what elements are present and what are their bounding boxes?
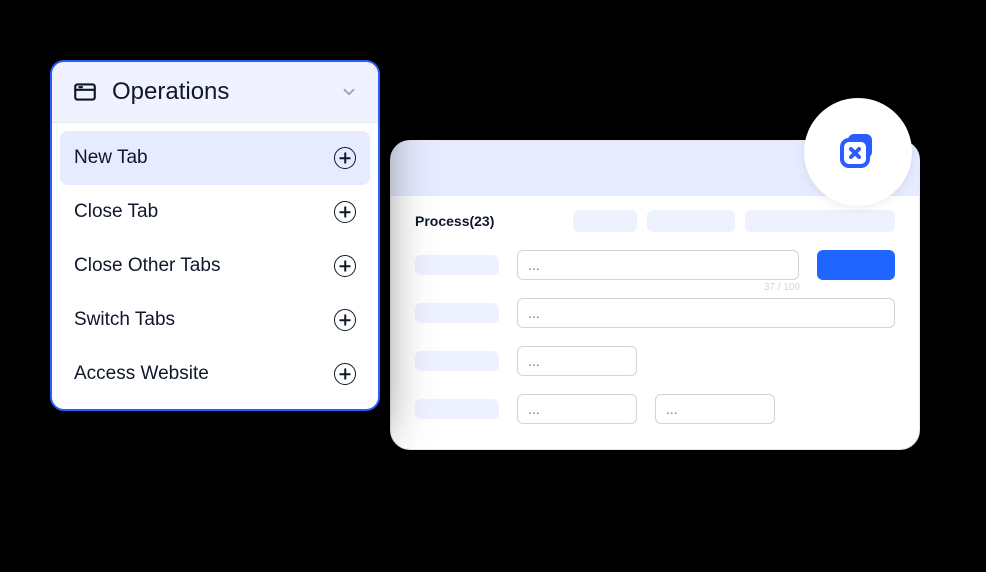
form-row: ... ...	[415, 394, 895, 424]
plus-icon	[334, 255, 356, 277]
text-input[interactable]: ... 37 / 100	[517, 250, 799, 280]
menu-item-switch-tabs[interactable]: Switch Tabs	[60, 293, 370, 347]
close-tabs-icon	[834, 126, 882, 179]
plus-icon	[334, 147, 356, 169]
dropdown-header[interactable]: Operations	[52, 62, 378, 123]
text-input[interactable]: ...	[517, 394, 637, 424]
menu-item-access-website[interactable]: Access Website	[60, 347, 370, 401]
browser-window-icon	[72, 79, 98, 105]
field-label-placeholder	[415, 351, 499, 371]
dropdown-list: New Tab Close Tab Close Other Tabs Switc…	[52, 123, 378, 409]
input-placeholder: ...	[528, 353, 540, 369]
menu-item-label: Close Other Tabs	[74, 255, 220, 277]
form-row: ... 37 / 100	[415, 250, 895, 280]
panel-tabs: Process(23)	[415, 210, 895, 232]
plus-icon	[334, 309, 356, 331]
tab-placeholder[interactable]	[745, 210, 895, 232]
menu-item-close-other-tabs[interactable]: Close Other Tabs	[60, 239, 370, 293]
input-placeholder: ...	[528, 257, 540, 273]
panel-body: Process(23) ... 37 / 100 ... ...	[391, 196, 919, 450]
menu-item-new-tab[interactable]: New Tab	[60, 131, 370, 185]
menu-item-label: Close Tab	[74, 201, 158, 223]
operations-dropdown: Operations New Tab Close Tab Close Other…	[50, 60, 380, 411]
plus-icon	[334, 363, 356, 385]
close-tabs-fab[interactable]	[804, 98, 912, 206]
tab-placeholder[interactable]	[573, 210, 637, 232]
field-label-placeholder	[415, 303, 499, 323]
char-counter: 37 / 100	[764, 282, 800, 293]
primary-button[interactable]	[817, 250, 895, 280]
tab-placeholder[interactable]	[647, 210, 735, 232]
input-placeholder: ...	[666, 401, 678, 417]
menu-item-label: New Tab	[74, 147, 148, 169]
form-row: ...	[415, 298, 895, 328]
form-row: ...	[415, 346, 895, 376]
plus-icon	[334, 201, 356, 223]
menu-item-label: Switch Tabs	[74, 309, 175, 331]
text-input[interactable]: ...	[517, 298, 895, 328]
menu-item-label: Access Website	[74, 363, 209, 385]
field-label-placeholder	[415, 255, 499, 275]
text-input[interactable]: ...	[655, 394, 775, 424]
menu-item-close-tab[interactable]: Close Tab	[60, 185, 370, 239]
input-placeholder: ...	[528, 305, 540, 321]
process-tab-label[interactable]: Process(23)	[415, 213, 494, 229]
text-input[interactable]: ...	[517, 346, 637, 376]
field-label-placeholder	[415, 399, 499, 419]
chevron-down-icon	[340, 83, 358, 101]
dropdown-title: Operations	[112, 78, 326, 106]
input-placeholder: ...	[528, 401, 540, 417]
